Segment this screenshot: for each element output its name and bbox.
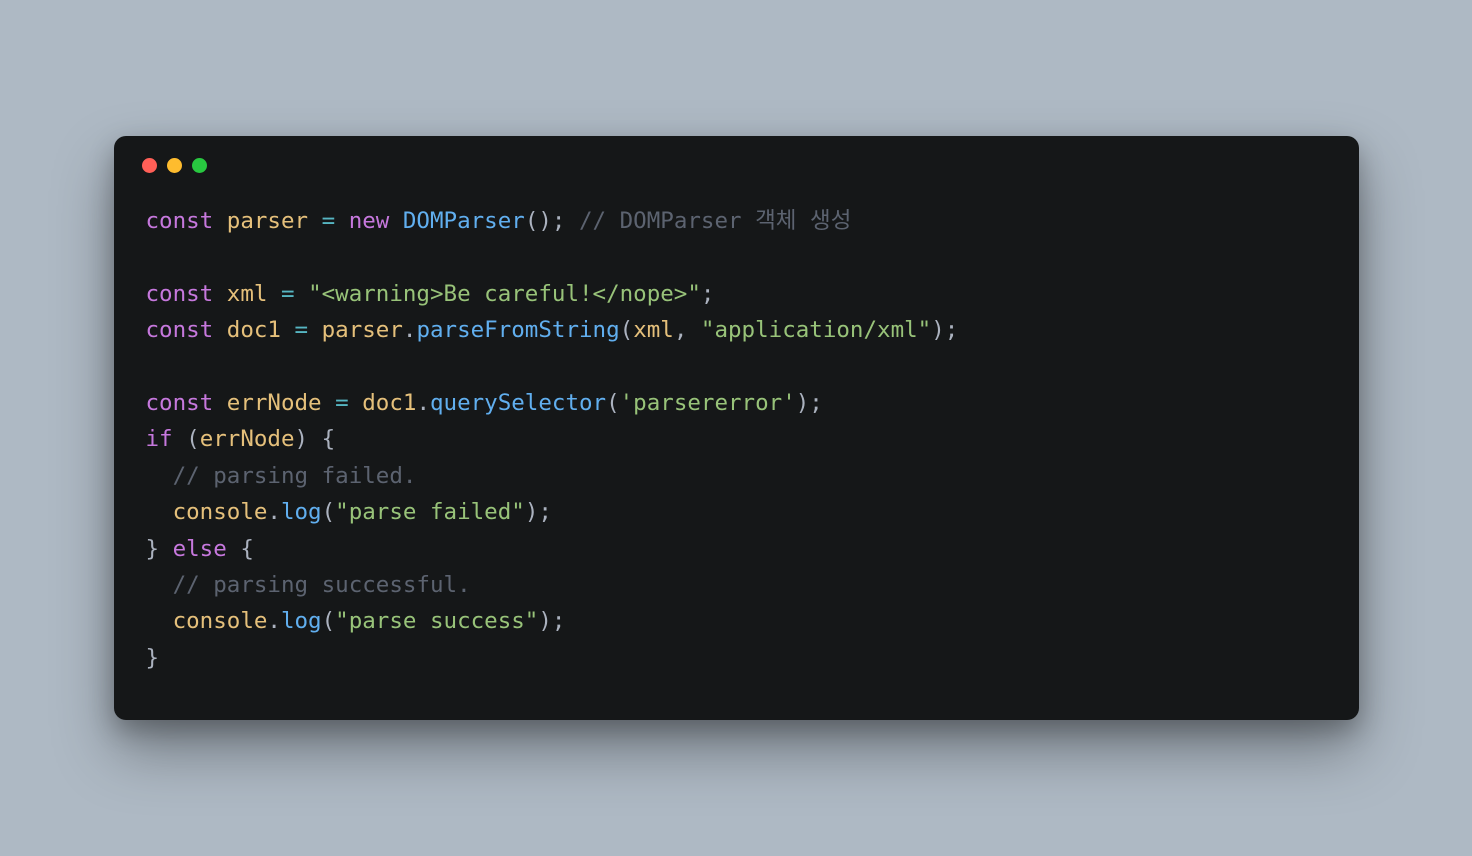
code-window: const parser = new DOMParser(); // DOMPa… — [114, 136, 1359, 721]
space — [281, 317, 295, 343]
paren-close: ) — [931, 317, 945, 343]
keyword-const: const — [146, 281, 214, 307]
paren-open: ( — [322, 608, 336, 634]
var-doc1: doc1 — [362, 390, 416, 416]
keyword-if: if — [146, 426, 173, 452]
space — [213, 317, 227, 343]
space — [308, 317, 322, 343]
var-parser: parser — [227, 208, 308, 234]
fn-queryselector: querySelector — [430, 390, 606, 416]
space — [173, 426, 187, 452]
paren-open: ( — [186, 426, 200, 452]
brace-open: { — [240, 536, 254, 562]
indent — [146, 463, 173, 489]
var-xml: xml — [227, 281, 268, 307]
fn-log: log — [281, 499, 322, 525]
space — [687, 317, 701, 343]
paren-open: ( — [322, 499, 336, 525]
fn-log: log — [281, 608, 322, 634]
keyword-const: const — [146, 390, 214, 416]
space — [308, 208, 322, 234]
indent — [146, 572, 173, 598]
paren-close: ) — [295, 426, 309, 452]
comment-failed: // parsing failed. — [173, 463, 417, 489]
space — [267, 281, 281, 307]
space — [213, 208, 227, 234]
paren-close: ) — [525, 499, 539, 525]
dot: . — [267, 608, 281, 634]
paren-close: ) — [796, 390, 810, 416]
var-console: console — [173, 499, 268, 525]
paren-close: ) — [538, 208, 552, 234]
op-equals: = — [335, 390, 349, 416]
minimize-icon[interactable] — [167, 158, 182, 173]
indent — [146, 608, 173, 634]
indent — [146, 499, 173, 525]
brace-close: } — [146, 645, 160, 671]
var-parser: parser — [322, 317, 403, 343]
paren-close: ) — [538, 608, 552, 634]
space — [322, 390, 336, 416]
keyword-const: const — [146, 208, 214, 234]
space — [213, 281, 227, 307]
keyword-else: else — [173, 536, 227, 562]
space — [159, 536, 173, 562]
brace-open: { — [322, 426, 336, 452]
zoom-icon[interactable] — [192, 158, 207, 173]
space — [389, 208, 403, 234]
paren-open: ( — [620, 317, 634, 343]
brace-close: } — [146, 536, 160, 562]
semicolon: ; — [701, 281, 715, 307]
op-equals: = — [295, 317, 309, 343]
space — [213, 390, 227, 416]
comment-success: // parsing successful. — [173, 572, 471, 598]
space — [295, 281, 309, 307]
semicolon: ; — [809, 390, 823, 416]
close-icon[interactable] — [142, 158, 157, 173]
paren-open: ( — [606, 390, 620, 416]
comment-line: // DOMParser 객체 생성 — [579, 208, 851, 234]
semicolon: ; — [538, 499, 552, 525]
op-equals: = — [322, 208, 336, 234]
dot: . — [403, 317, 417, 343]
var-errnode: errNode — [227, 390, 322, 416]
semicolon: ; — [552, 208, 566, 234]
string-success: "parse success" — [335, 608, 538, 634]
window-titlebar — [114, 136, 1359, 173]
string-xml: "<warning>Be careful!</nope>" — [308, 281, 701, 307]
semicolon: ; — [552, 608, 566, 634]
fn-parsefromstring: parseFromString — [416, 317, 619, 343]
semicolon: ; — [945, 317, 959, 343]
space — [335, 208, 349, 234]
var-errnode: errNode — [200, 426, 295, 452]
keyword-new: new — [349, 208, 390, 234]
var-doc1: doc1 — [227, 317, 281, 343]
code-block: const parser = new DOMParser(); // DOMPa… — [114, 173, 1359, 721]
dot: . — [416, 390, 430, 416]
var-xml: xml — [633, 317, 674, 343]
paren-open: ( — [525, 208, 539, 234]
space — [308, 426, 322, 452]
string-failed: "parse failed" — [335, 499, 525, 525]
space — [227, 536, 241, 562]
comma: , — [674, 317, 688, 343]
var-console: console — [173, 608, 268, 634]
string-parsererror: 'parsererror' — [620, 390, 796, 416]
op-equals: = — [281, 281, 295, 307]
space — [349, 390, 363, 416]
string-mime: "application/xml" — [701, 317, 931, 343]
class-domparser: DOMParser — [403, 208, 525, 234]
keyword-const: const — [146, 317, 214, 343]
space — [565, 208, 579, 234]
dot: . — [267, 499, 281, 525]
